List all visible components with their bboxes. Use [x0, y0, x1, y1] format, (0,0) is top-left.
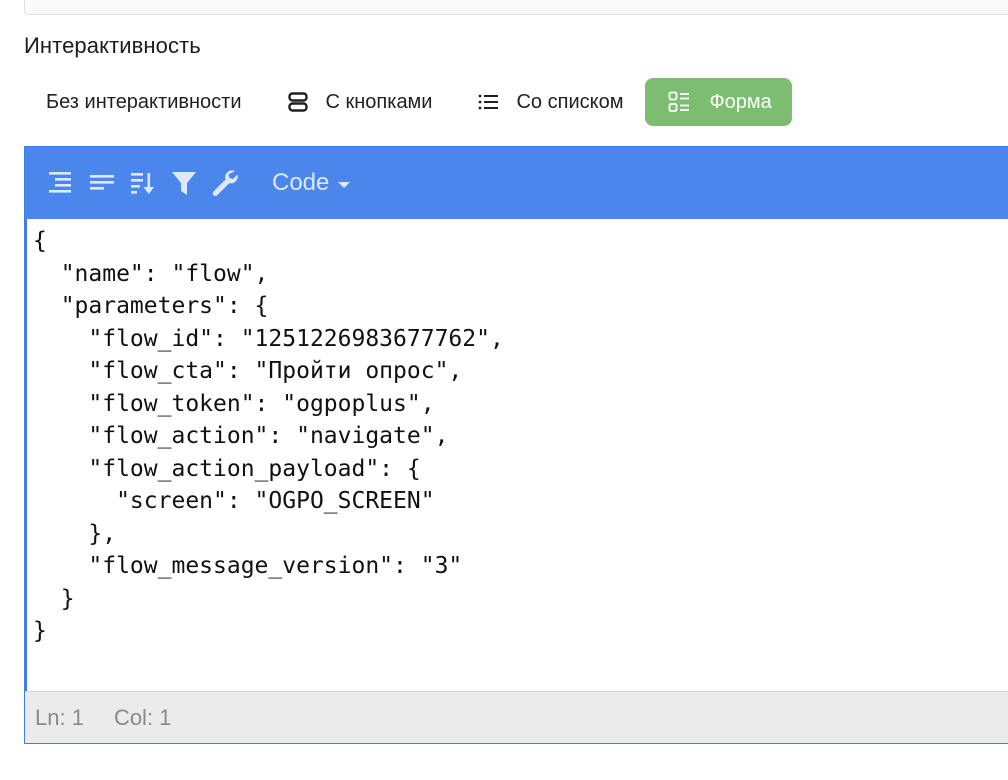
cursor-line: Ln: 1	[35, 704, 84, 730]
mode-form-label: Форма	[709, 90, 772, 113]
sort-icon[interactable]	[125, 165, 161, 201]
format-icon[interactable]	[43, 165, 79, 201]
code-line: "flow_action": "navigate",	[33, 423, 449, 449]
code-line: "flow_action_payload": {	[33, 455, 421, 482]
previous-panel-edge	[24, 0, 1008, 15]
code-line: "flow_message_version": "3"	[33, 553, 463, 579]
code-line: "name": "flow",	[33, 260, 269, 287]
code-line: }	[33, 618, 47, 644]
code-line: "flow_token": "ogpoplus",	[33, 390, 435, 417]
code-line: {	[33, 228, 47, 254]
mode-list-label: Со списком	[516, 90, 624, 113]
code-line: }	[33, 585, 75, 612]
chevron-down-icon	[337, 169, 351, 197]
code-line: "screen": "OGPO_SCREEN"	[33, 488, 435, 514]
editor-toolbar: Code	[25, 147, 1008, 219]
code-line: "parameters": {	[33, 293, 269, 319]
repair-icon[interactable]	[207, 165, 243, 201]
buttons-icon	[286, 90, 310, 114]
cursor-column: Col: 1	[113, 704, 172, 730]
editor-status-bar: Ln: 1 Col: 1	[25, 691, 1008, 743]
mode-none-label: Без интерактивности	[46, 90, 242, 113]
interactivity-mode-selector: Без интерактивности С кнопками Со списко…	[24, 78, 792, 126]
code-line: "flow_cta": "Пройти опрос",	[33, 358, 463, 384]
section-title: Интерактивность	[24, 33, 201, 58]
mode-buttons-button[interactable]: С кнопками	[264, 78, 455, 126]
form-icon	[667, 90, 691, 114]
mode-none-button[interactable]: Без интерактивности	[24, 78, 264, 126]
code-mode-label: Code	[272, 169, 330, 196]
filter-icon[interactable]	[166, 165, 202, 201]
list-icon	[476, 90, 500, 114]
mode-form-button[interactable]: Форма	[645, 78, 792, 126]
mode-buttons-label: С кнопками	[325, 90, 433, 113]
mode-list-button[interactable]: Со списком	[454, 78, 645, 126]
code-line: "flow_id": "1251226983677762",	[33, 325, 504, 352]
json-editor: Code { "name": "flow", "parameters": { "…	[24, 146, 1008, 744]
code-text-area[interactable]: { "name": "flow", "parameters": { "flow_…	[25, 219, 1008, 693]
code-mode-dropdown[interactable]: Code	[272, 169, 351, 197]
code-line: },	[33, 520, 117, 547]
compact-icon[interactable]	[84, 165, 120, 201]
